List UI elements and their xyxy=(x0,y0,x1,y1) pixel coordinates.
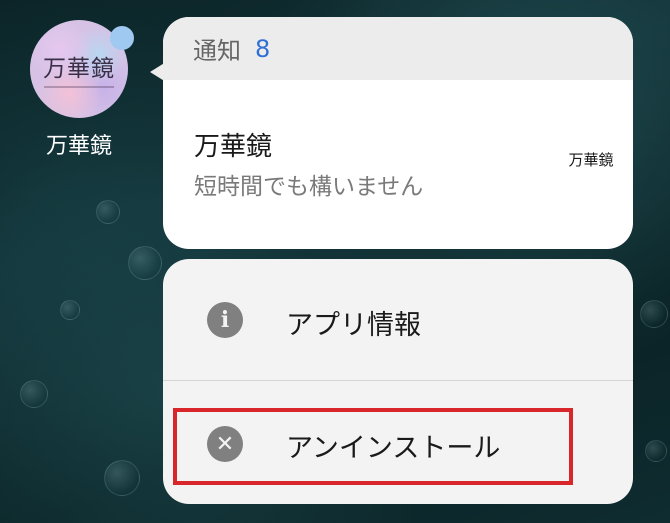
notification-thumbnail: 万華鏡 xyxy=(568,151,614,169)
notification-card[interactable]: 通知 8 万華鏡 短時間でも構いません 万華鏡 xyxy=(163,17,633,249)
background-bubble xyxy=(60,300,80,320)
close-circle-icon: ✕ xyxy=(207,426,243,462)
background-bubble xyxy=(640,300,668,328)
app-label: 万華鏡 xyxy=(45,134,112,159)
app-icon-logo: 万華鏡 xyxy=(43,56,115,82)
notification-header-label: 通知 xyxy=(193,37,241,65)
notification-count: 8 xyxy=(255,34,271,63)
notification-header: 通知 8 xyxy=(163,17,633,80)
background-bubble xyxy=(128,246,162,280)
menu-item-label: アンインストール xyxy=(286,433,501,464)
notification-dot xyxy=(110,26,134,50)
menu-item-app-info[interactable]: i アプリ情報 xyxy=(163,259,633,379)
notification-text: 短時間でも構いません xyxy=(194,174,424,200)
notification-item[interactable]: 万華鏡 短時間でも構いません 万華鏡 xyxy=(163,80,633,249)
background-bubble xyxy=(645,440,667,462)
background-bubble xyxy=(96,200,120,224)
notification-title: 万華鏡 xyxy=(194,132,273,162)
menu-item-label: アプリ情報 xyxy=(286,310,421,341)
background-bubble xyxy=(20,380,48,408)
app-icon-decoration xyxy=(44,86,114,88)
info-icon: i xyxy=(207,302,243,338)
background-bubble xyxy=(104,460,140,496)
menu-item-uninstall[interactable]: ✕ アンインストール xyxy=(163,381,633,501)
app-shortcut-menu: i アプリ情報 ✕ アンインストール xyxy=(163,259,633,504)
